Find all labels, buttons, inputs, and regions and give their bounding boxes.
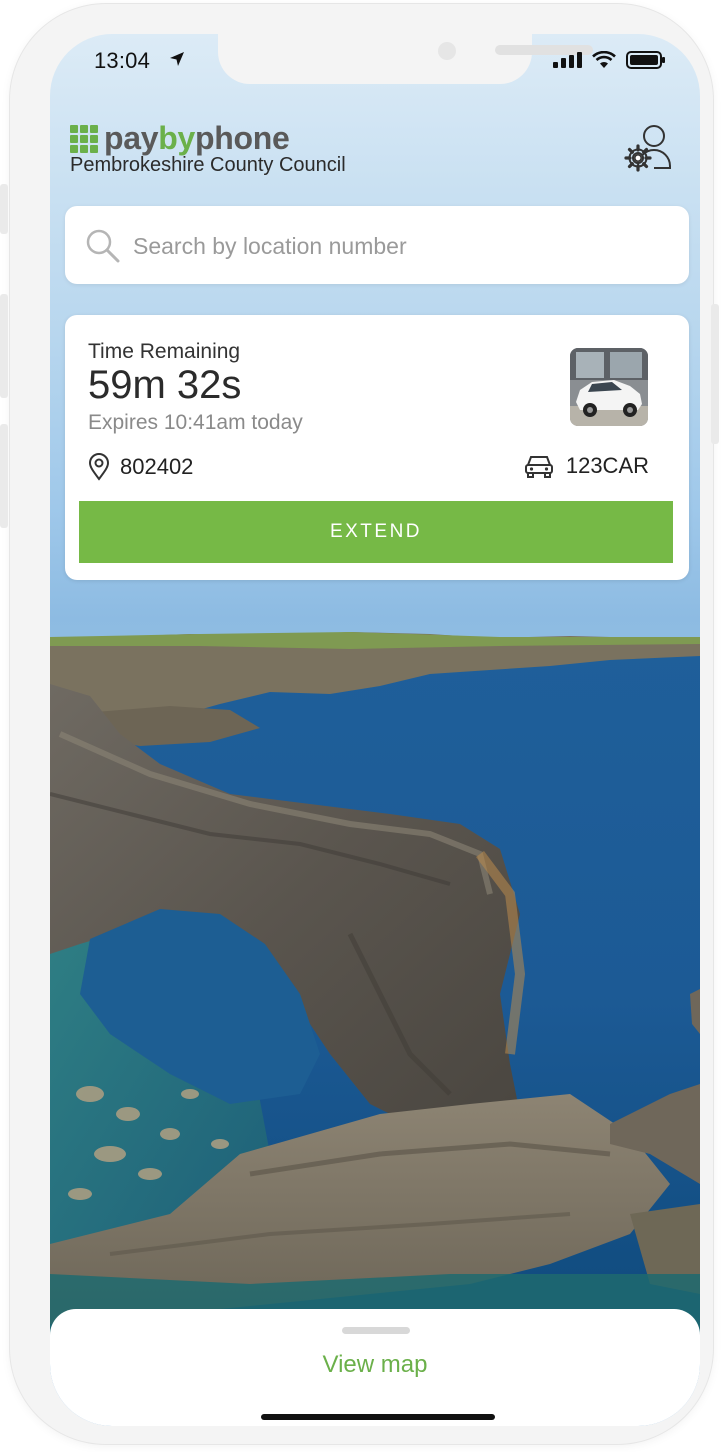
search-icon	[86, 229, 120, 263]
council-name: Pembrokeshire County Council	[70, 154, 346, 176]
screen: 13:04 paybyphone Pembrokeshire County Co…	[50, 34, 700, 1426]
vehicle-photo	[570, 348, 648, 426]
time-remaining-label: Time Remaining	[88, 340, 241, 363]
camera	[438, 42, 456, 60]
sheet-grabber[interactable]	[342, 1327, 410, 1334]
time-remaining-value: 59m 32s	[88, 363, 242, 407]
signal-icon	[553, 52, 582, 68]
vehicle-row: 123CAR	[524, 453, 649, 479]
expiry-text: Expires 10:41am today	[88, 411, 303, 434]
battery-icon	[626, 51, 665, 69]
device-notch	[218, 34, 593, 84]
side-button	[0, 184, 8, 234]
location-search-bar[interactable]	[65, 206, 689, 284]
logo-grid-icon	[70, 124, 98, 153]
location-pin-icon	[88, 453, 110, 481]
account-settings-icon[interactable]	[624, 122, 676, 178]
active-session-card[interactable]: Time Remaining 59m 32s Expires 10:41am t…	[65, 315, 689, 580]
location-number: 802402	[120, 454, 194, 479]
status-time: 13:04	[94, 48, 151, 73]
vehicle-plate: 123CAR	[565, 453, 649, 478]
location-arrow-icon	[170, 52, 184, 66]
side-button	[711, 304, 719, 444]
car-icon	[524, 456, 553, 478]
side-button	[0, 294, 8, 398]
status-icons	[552, 50, 666, 70]
paybyphone-logo: paybyphone	[70, 120, 290, 157]
phone-frame: 13:04 paybyphone Pembrokeshire County Co…	[0, 4, 719, 1444]
wifi-icon	[592, 51, 616, 68]
bottom-sheet[interactable]: View map	[50, 1309, 700, 1426]
extend-button[interactable]: EXTEND	[79, 501, 673, 563]
home-indicator[interactable]	[261, 1414, 495, 1420]
search-input[interactable]	[131, 224, 665, 268]
logo-text: paybyphone	[104, 120, 290, 156]
view-map-link[interactable]: View map	[50, 1351, 700, 1379]
location-row: 802402	[88, 453, 193, 481]
side-button	[0, 424, 8, 528]
